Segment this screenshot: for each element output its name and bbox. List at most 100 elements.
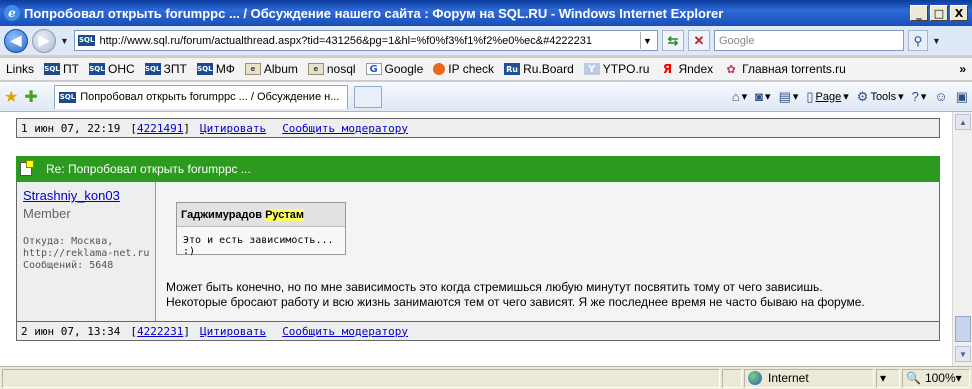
search-input[interactable]: Google bbox=[714, 30, 904, 51]
link-ruboard[interactable]: Ru Ru.Board bbox=[504, 62, 574, 76]
forward-button[interactable]: ▶ bbox=[32, 28, 56, 53]
scroll-thumb[interactable] bbox=[955, 316, 971, 342]
message-date: 2 июн 07, 13:34 bbox=[21, 324, 121, 338]
window-title: Попробовал открыть forumppc ... / Обсужд… bbox=[24, 5, 724, 21]
message-content: Гаджимурадов Рустам Это и есть зависимос… bbox=[156, 182, 939, 321]
message-body: Strashniy_kon03 Member Откуда: Москва, h… bbox=[16, 182, 940, 321]
link-ip-check[interactable]: IP check bbox=[433, 62, 494, 76]
prev-message-footer: 1 июн 07, 22:19 [4221491] Цитировать Соо… bbox=[16, 118, 940, 138]
author-name-link[interactable]: Strashniy_kon03 bbox=[23, 188, 149, 203]
address-dropdown-icon[interactable]: ▼ bbox=[640, 32, 654, 49]
author-location: Откуда: Москва, bbox=[23, 236, 114, 247]
zoom-icon: 🔍 bbox=[906, 371, 921, 385]
message-header: Re: Попробовал открыть forumppc ... bbox=[16, 156, 940, 182]
google-icon: G bbox=[365, 63, 382, 75]
security-zone: Internet bbox=[744, 368, 874, 388]
link-nosql[interactable]: e nosql bbox=[307, 62, 356, 76]
home-button[interactable]: ⌂ ▾ bbox=[732, 89, 747, 104]
close-button[interactable]: X bbox=[950, 5, 968, 21]
report-link[interactable]: Сообщить модератору bbox=[282, 325, 408, 338]
page-icon: e bbox=[307, 63, 324, 75]
post-text: Может быть конечно, но по мне зависимост… bbox=[166, 280, 865, 310]
ip-check-icon bbox=[433, 63, 446, 75]
link-google[interactable]: G Google bbox=[365, 62, 423, 76]
vertical-scrollbar[interactable]: ▲ ▼ bbox=[952, 112, 972, 366]
link-album[interactable]: e Album bbox=[244, 62, 298, 76]
research-icon: ▣ bbox=[955, 88, 968, 104]
maximize-button[interactable]: □ bbox=[930, 5, 948, 21]
author-site: http://reklama-net.ru bbox=[23, 248, 150, 259]
site-favicon-icon: SQL bbox=[78, 35, 96, 46]
prev-quote-link[interactable]: Цитировать bbox=[200, 122, 266, 135]
gear-icon: ⚙ bbox=[856, 88, 869, 104]
refresh-button[interactable]: ⇆ bbox=[662, 30, 684, 51]
links-bar: Links SQL ПТ SQL ОНС SQL ЗПТ SQL МФ e Album e… bbox=[0, 57, 972, 81]
quote-block: Гаджимурадов Рустам Это и есть зависимос… bbox=[176, 202, 346, 257]
link-torrents[interactable]: ✿ Главная torrents.ru bbox=[723, 62, 846, 76]
quote-author: Гаджимурадов Рустам bbox=[177, 203, 345, 227]
message-subject: Re: Попробовал открыть forumppc ... bbox=[46, 162, 251, 176]
message-footer: 2 июн 07, 13:34 [4222231] Цитировать Соо… bbox=[16, 321, 940, 341]
status-text bbox=[2, 368, 720, 388]
back-button[interactable]: ◀ bbox=[4, 28, 28, 53]
link-pt[interactable]: SQL ПТ bbox=[44, 62, 79, 76]
status-bar: Internet ▾ 🔍 100% ▾ bbox=[0, 366, 972, 389]
author-panel: Strashniy_kon03 Member Откуда: Москва, h… bbox=[17, 182, 156, 321]
favorites-star-icon[interactable]: ★ bbox=[4, 87, 18, 107]
prev-date: 1 июн 07, 22:19 bbox=[21, 121, 121, 135]
link-ytpo[interactable]: Y YTPO.ru bbox=[583, 62, 649, 76]
research-button[interactable]: ▣ bbox=[956, 89, 968, 105]
command-bar: ★ ✚ SQL Попробовал открыть forumppc ... … bbox=[0, 82, 972, 112]
address-input[interactable]: http://www.sql.ru/forum/actualthread.asp… bbox=[99, 35, 636, 47]
address-bar[interactable]: SQL http://www.sql.ru/forum/actualthread… bbox=[74, 30, 658, 51]
page-menu[interactable]: ▯ Page ▾ bbox=[806, 89, 848, 105]
yandex-icon: Я bbox=[662, 62, 673, 76]
title-bar: e Попробовал открыть forumppc ... / Обсу… bbox=[0, 0, 972, 26]
tab-current[interactable]: SQL Попробовал открыть forumppc ... / Об… bbox=[53, 84, 348, 109]
post-line-1: Может быть конечно, но по мне зависимост… bbox=[166, 280, 823, 294]
links-overflow-icon[interactable]: » bbox=[959, 62, 966, 76]
zoom-control[interactable]: 🔍 100% ▾ bbox=[902, 368, 970, 388]
link-zpt[interactable]: SQL ЗПТ bbox=[144, 62, 187, 76]
new-tab-button[interactable] bbox=[353, 85, 382, 108]
page-content: 1 июн 07, 22:19 [4221491] Цитировать Соо… bbox=[0, 112, 952, 366]
help-button[interactable]: ? ▾ bbox=[912, 89, 927, 104]
link-mf[interactable]: SQL МФ bbox=[196, 62, 235, 76]
search-highlight: Рустам bbox=[265, 208, 305, 221]
prev-message-id-link[interactable]: 4221491 bbox=[137, 122, 183, 135]
feeds-button[interactable]: ◙ ▾ bbox=[755, 89, 770, 104]
ruboard-icon: Ru bbox=[504, 63, 521, 75]
sql-icon: SQL bbox=[196, 63, 213, 75]
tools-menu[interactable]: ⚙ Tools ▾ bbox=[857, 89, 904, 105]
print-icon: ▤ bbox=[778, 88, 791, 104]
page-icon: ▯ bbox=[806, 88, 814, 104]
search-button[interactable]: ⚲ bbox=[908, 30, 928, 51]
scroll-down-icon[interactable]: ▼ bbox=[955, 346, 971, 362]
feeds-icon: ◙ bbox=[755, 89, 764, 104]
scroll-up-icon[interactable]: ▲ bbox=[955, 114, 971, 130]
search-options-icon[interactable]: ▼ bbox=[932, 36, 942, 46]
sql-icon: SQL bbox=[88, 63, 105, 75]
stop-button[interactable]: ✕ bbox=[688, 30, 710, 51]
messenger-button[interactable]: ☺ bbox=[934, 89, 947, 104]
quote-link[interactable]: Цитировать bbox=[200, 325, 266, 338]
link-ons[interactable]: SQL ОНС bbox=[88, 62, 135, 76]
post-line-2: Некоторые бросают работу и всю жизнь зан… bbox=[166, 295, 865, 309]
link-yandex[interactable]: Я Яndex bbox=[659, 62, 713, 76]
quote-text: Это и есть зависимость... :) bbox=[183, 235, 334, 257]
ytpo-icon: Y bbox=[583, 63, 600, 75]
add-favorites-icon[interactable]: ✚ bbox=[24, 87, 37, 107]
new-post-icon bbox=[20, 160, 34, 176]
print-button[interactable]: ▤ ▾ bbox=[779, 89, 799, 105]
page-icon: e bbox=[244, 63, 261, 75]
links-label: Links bbox=[6, 62, 35, 76]
ie-logo-icon: e bbox=[4, 5, 20, 21]
prev-report-link[interactable]: Сообщить модератору bbox=[282, 122, 408, 135]
sql-icon: SQL bbox=[144, 63, 161, 75]
home-icon: ⌂ bbox=[731, 89, 740, 104]
protected-mode-icon: ▾ bbox=[876, 368, 900, 388]
minimize-button[interactable]: _ bbox=[910, 5, 928, 21]
history-dropdown-icon[interactable]: ▼ bbox=[60, 36, 70, 46]
message-id-link[interactable]: 4222231 bbox=[137, 325, 183, 338]
sql-icon: SQL bbox=[44, 63, 61, 75]
